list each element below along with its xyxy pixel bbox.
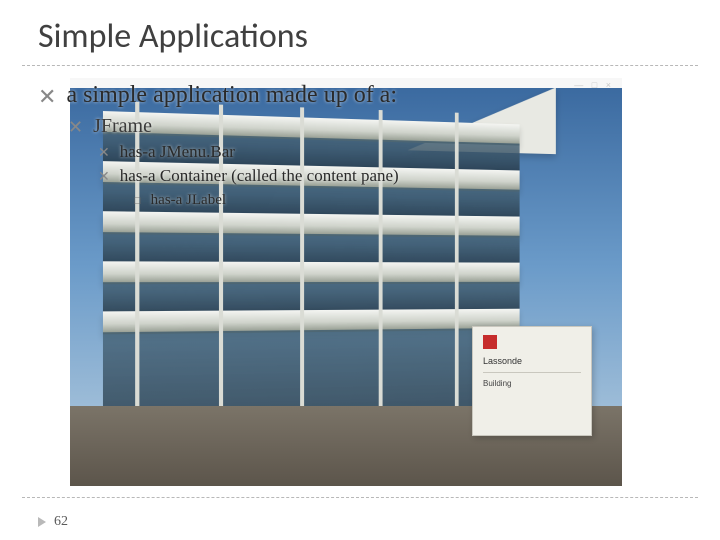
square-bullet-icon: □: [134, 196, 141, 207]
bullet-text: a simple application made up of a:: [66, 82, 397, 109]
bullet-level-3: ✕ has-a JMenu.Bar: [98, 142, 682, 162]
bullet-level-3: ✕ has-a Container (called the content pa…: [98, 166, 682, 186]
building-sign: Lassonde Building: [472, 326, 592, 436]
slide: Simple Applications — □ × Lasson: [0, 0, 720, 540]
content-area: ✕ a simple application made up of a: ✕ J…: [0, 66, 720, 209]
sign-line1: Lassonde: [483, 356, 581, 366]
slide-title: Simple Applications: [0, 0, 720, 65]
bullet-icon: ✕: [38, 86, 56, 108]
bullet-level-1: ✕ a simple application made up of a:: [38, 82, 682, 109]
footer-divider: [22, 497, 698, 498]
sign-line2: Building: [483, 379, 581, 388]
page-marker-icon: [38, 517, 46, 527]
bullet-level-4: □ has-a JLabel: [134, 192, 682, 209]
bullet-text: JFrame: [93, 115, 152, 138]
bullet-icon: ✕: [98, 169, 110, 183]
bullet-icon: ✕: [98, 145, 110, 159]
bullet-text: has-a JMenu.Bar: [120, 142, 235, 162]
bullet-icon: ✕: [68, 118, 83, 136]
footer: 62: [38, 514, 68, 530]
slide-number: 62: [54, 514, 68, 530]
bullet-level-2: ✕ JFrame: [68, 115, 682, 138]
sign-logo-icon: [483, 335, 497, 349]
bullet-text: has-a Container (called the content pane…: [120, 166, 399, 186]
bullet-text: has-a JLabel: [151, 192, 226, 209]
